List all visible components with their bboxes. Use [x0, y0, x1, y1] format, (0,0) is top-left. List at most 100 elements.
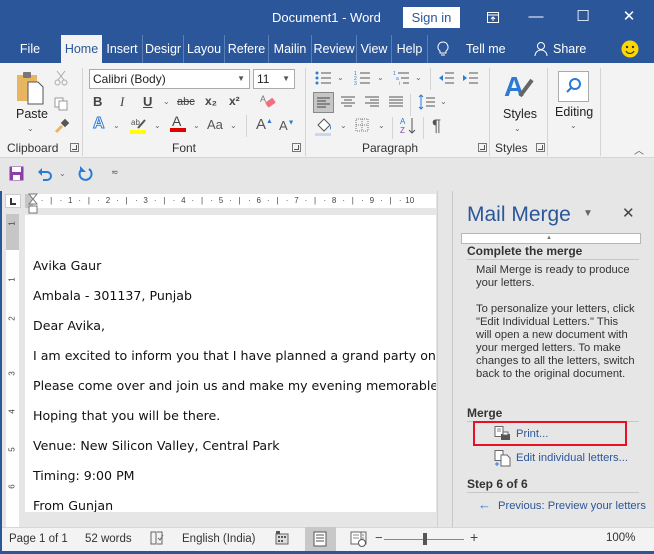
borders-dropdown-chevron-icon[interactable]: ⌄ — [378, 121, 385, 130]
increase-indent-icon[interactable] — [462, 71, 478, 88]
macro-recording-icon[interactable] — [275, 531, 289, 548]
proofing-icon[interactable] — [150, 531, 164, 548]
shading-dropdown-chevron-icon[interactable]: ⌄ — [340, 121, 347, 130]
format-painter-icon[interactable] — [54, 118, 70, 137]
clear-formatting-eraser-icon[interactable]: A — [259, 92, 277, 113]
multilevel-dropdown-chevron-icon[interactable]: ⌄ — [415, 73, 422, 82]
maximize-button[interactable]: ☐ — [563, 4, 603, 30]
tab-home[interactable]: Home — [61, 35, 102, 63]
page-count[interactable]: Page 1 of 1 — [9, 533, 68, 545]
styles-button-label[interactable]: Styles — [503, 107, 537, 121]
zoom-level[interactable]: 100% — [606, 532, 635, 544]
sort-az-icon[interactable]: AZ — [400, 116, 416, 139]
highlight-dropdown-chevron-icon[interactable]: ⌄ — [154, 121, 161, 130]
redo-repeat-icon[interactable] — [77, 165, 93, 184]
text-effects-button[interactable]: A — [93, 115, 106, 133]
tab-review[interactable]: Review — [312, 35, 357, 63]
previous-arrow-icon[interactable]: ← — [478, 497, 491, 512]
styles-brush-icon[interactable]: A — [502, 70, 534, 107]
vertical-scrollbar[interactable] — [437, 191, 452, 527]
bullets-dropdown-chevron-icon[interactable]: ⌄ — [337, 73, 344, 82]
change-case-dropdown-chevron-icon[interactable]: ⌄ — [230, 121, 237, 130]
tab-insert[interactable]: Insert — [102, 35, 143, 63]
align-right-icon[interactable] — [364, 94, 380, 113]
strikethrough-button[interactable]: abc — [177, 96, 195, 108]
tab-selector-icon[interactable] — [5, 194, 21, 208]
tell-me-box[interactable]: Tell me — [466, 42, 506, 56]
superscript-button[interactable]: x² — [229, 94, 240, 108]
edit-individual-letters-link[interactable]: Edit individual letters... — [516, 452, 628, 464]
font-name-combo[interactable]: Calibri (Body) ▼ — [89, 69, 250, 89]
editing-dropdown-chevron-icon[interactable]: ⌄ — [570, 121, 577, 130]
tab-design[interactable]: Desigr — [143, 35, 184, 63]
pane-close-icon[interactable]: ✕ — [622, 204, 635, 222]
smiley-feedback-icon[interactable] — [621, 40, 639, 61]
font-name-dropdown-icon[interactable]: ▼ — [237, 70, 245, 88]
undo-dropdown-chevron-icon[interactable]: ⌄ — [59, 169, 66, 178]
tab-file[interactable]: File — [10, 35, 50, 63]
underline-button[interactable]: U — [143, 94, 152, 109]
customize-qat-icon[interactable]: ≂ — [111, 167, 119, 178]
print-layout-view-button[interactable] — [305, 527, 336, 551]
copy-icon[interactable] — [54, 97, 68, 114]
web-layout-icon[interactable] — [350, 531, 366, 550]
previous-step-link[interactable]: Previous: Preview your letters — [498, 500, 646, 512]
borders-icon[interactable] — [355, 118, 369, 135]
multilevel-list-icon[interactable]: 1ai — [393, 71, 409, 88]
zoom-in-button[interactable]: + — [470, 529, 478, 545]
show-formatting-marks-button[interactable]: ¶ — [432, 116, 441, 136]
italic-button[interactable]: I — [120, 94, 124, 110]
tab-view[interactable]: View — [357, 35, 392, 63]
clipboard-launcher-icon[interactable] — [70, 143, 79, 152]
document-page[interactable]: Avika Gaur Ambala - 301137, Punjab Dear … — [25, 215, 436, 512]
tab-references[interactable]: Refere — [225, 35, 269, 63]
grow-font-button[interactable]: A▲ — [256, 116, 273, 133]
zoom-out-button[interactable]: − — [375, 530, 383, 545]
styles-launcher-icon[interactable] — [536, 143, 545, 152]
bullets-icon[interactable] — [315, 71, 331, 88]
pane-scroll-up-button[interactable]: ▲ — [461, 233, 641, 244]
font-color-dropdown-chevron-icon[interactable]: ⌄ — [193, 121, 200, 130]
shrink-font-button[interactable]: A▼ — [279, 118, 295, 133]
editing-button[interactable] — [558, 71, 589, 102]
font-launcher-icon[interactable] — [292, 143, 301, 152]
editing-button-label[interactable]: Editing — [555, 105, 593, 119]
highlight-color-icon[interactable]: ab — [130, 115, 148, 138]
minimize-button[interactable]: — — [516, 4, 556, 30]
pane-options-dropdown-icon[interactable]: ▼ — [583, 208, 593, 219]
paragraph-launcher-icon[interactable] — [478, 143, 487, 152]
numbering-dropdown-chevron-icon[interactable]: ⌄ — [377, 73, 384, 82]
paste-clipboard-icon[interactable] — [15, 70, 45, 109]
line-spacing-icon[interactable] — [418, 93, 436, 114]
language-indicator[interactable]: English (India) — [182, 533, 256, 545]
font-size-combo[interactable]: 11 ▼ — [253, 69, 295, 89]
sign-in-button[interactable]: Sign in — [403, 7, 460, 28]
ribbon-display-options-icon[interactable] — [473, 4, 513, 30]
cut-scissors-icon[interactable] — [54, 70, 68, 89]
save-icon[interactable] — [9, 166, 24, 184]
decrease-indent-icon[interactable] — [438, 71, 454, 88]
tab-layout[interactable]: Layou — [184, 35, 225, 63]
text-effects-dropdown-chevron-icon[interactable]: ⌄ — [113, 121, 120, 130]
share-button[interactable]: Share — [553, 42, 586, 56]
tab-mailings[interactable]: Mailin — [269, 35, 312, 63]
change-case-button[interactable]: Aa — [207, 117, 223, 132]
close-window-button[interactable]: ✕ — [609, 4, 649, 30]
bold-button[interactable]: B — [93, 94, 102, 109]
paste-button-label[interactable]: Paste — [16, 107, 48, 121]
paste-dropdown-chevron-icon[interactable]: ⌄ — [27, 124, 34, 133]
align-left-button[interactable] — [313, 92, 334, 113]
collapse-ribbon-icon[interactable]: ︿ — [634, 142, 644, 157]
font-color-icon[interactable]: A — [170, 113, 186, 136]
font-size-dropdown-icon[interactable]: ▼ — [282, 70, 290, 88]
justify-icon[interactable] — [388, 94, 404, 113]
line-spacing-dropdown-chevron-icon[interactable]: ⌄ — [440, 97, 447, 106]
underline-dropdown-chevron-icon[interactable]: ⌄ — [163, 97, 170, 106]
numbering-icon[interactable]: 123 — [354, 71, 370, 88]
styles-dropdown-chevron-icon[interactable]: ⌄ — [514, 124, 521, 133]
align-center-icon[interactable] — [340, 94, 356, 113]
tab-help[interactable]: Help — [392, 35, 428, 63]
word-count[interactable]: 52 words — [85, 533, 132, 545]
subscript-button[interactable]: x₂ — [205, 94, 217, 108]
shading-bucket-icon[interactable] — [315, 117, 333, 140]
